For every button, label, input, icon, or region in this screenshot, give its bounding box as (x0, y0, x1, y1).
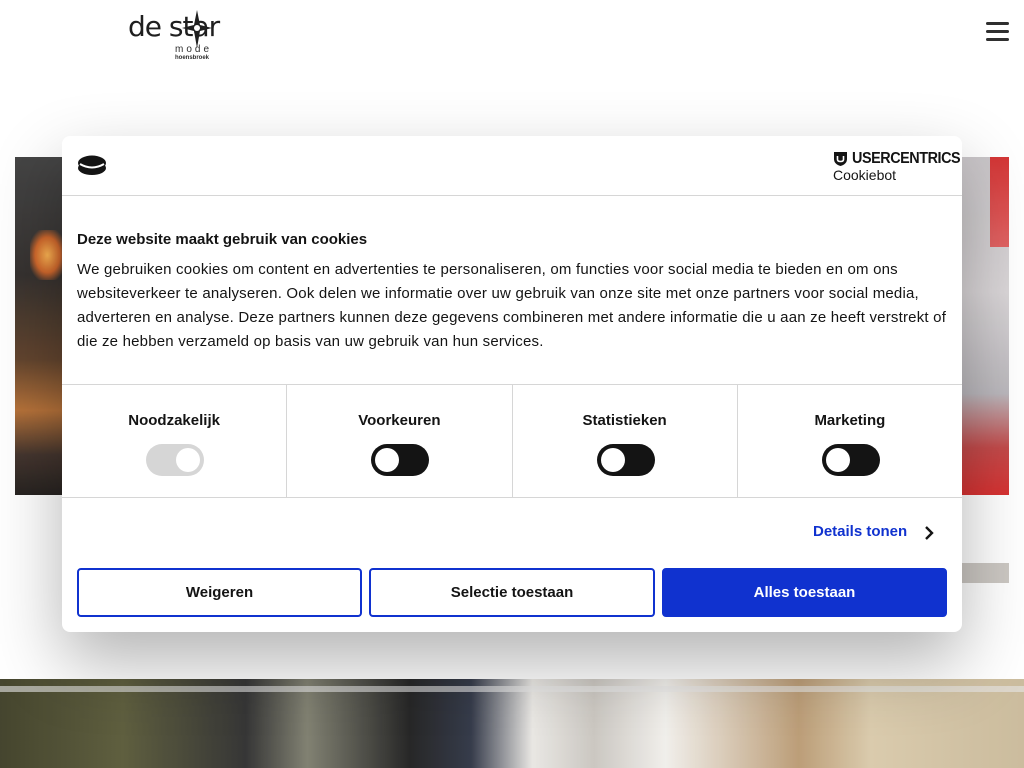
necessary-toggle (146, 444, 204, 476)
usercentrics-logo[interactable]: USERCENTRICS Cookiebot (833, 150, 961, 184)
category-label: Statistieken (582, 412, 667, 429)
category-label: Voorkeuren (358, 412, 441, 429)
dialog-body-text: We gebruiken cookies om content en adver… (77, 261, 947, 350)
marketing-toggle[interactable] (821, 444, 880, 476)
details-link[interactable]: Details tonen (813, 523, 907, 540)
statistics-toggle[interactable] (596, 444, 655, 476)
allow-selection-button[interactable]: Selectie toestaan (369, 568, 655, 617)
category-preferences: Voorkeuren (287, 385, 513, 497)
cookie-icon (78, 155, 106, 175)
shield-icon (834, 152, 847, 166)
dialog-header: USERCENTRICS Cookiebot (62, 136, 962, 196)
brand-name: USERCENTRICS (852, 150, 961, 167)
cookie-consent-dialog: USERCENTRICS Cookiebot Deze website maak… (62, 136, 962, 632)
category-statistics: Statistieken (513, 385, 738, 497)
category-label: Marketing (814, 412, 886, 429)
page: de star mode hoensbroek USERCENTRICS Coo… (0, 0, 1024, 768)
category-necessary: Noodzakelijk (62, 385, 288, 497)
brand-sub: Cookiebot (833, 167, 897, 183)
category-label: Noodzakelijk (128, 412, 220, 429)
allow-all-button[interactable]: Alles toestaan (662, 568, 947, 617)
preferences-toggle[interactable] (371, 444, 430, 476)
deny-button[interactable]: Weigeren (77, 568, 362, 617)
category-marketing: Marketing (738, 385, 962, 497)
chevron-right-icon[interactable] (924, 525, 934, 541)
cookie-categories: Noodzakelijk Voorkeuren Statistieken Mar… (62, 384, 962, 498)
dialog-title: Deze website maakt gebruik van cookies (77, 231, 368, 248)
